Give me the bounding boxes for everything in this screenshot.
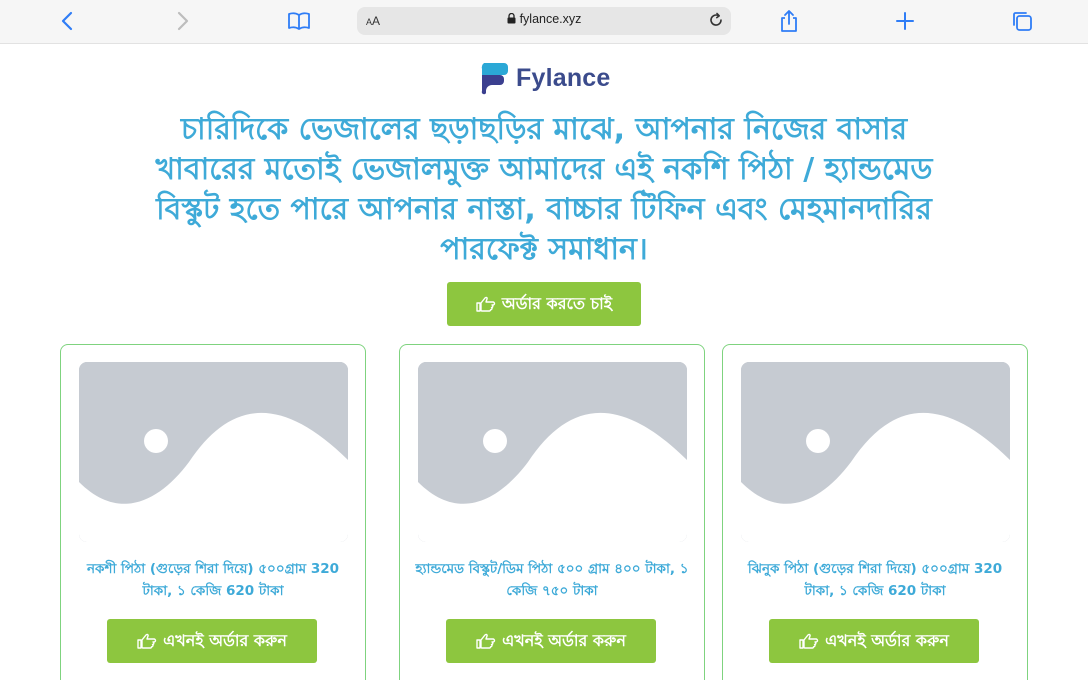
order-now-label: এখনই অর্ডার করুন	[502, 630, 626, 650]
product-image-placeholder	[741, 362, 1010, 542]
product-title: নকশী পিঠা (গুড়ের শিরা দিয়ে) ৫০০গ্রাম 3…	[86, 561, 340, 599]
hand-pointing-icon	[476, 296, 496, 312]
site-logo[interactable]: Fylance	[478, 58, 611, 98]
order-now-label: এখনই অর্ডার করুন	[825, 630, 949, 650]
order-now-button[interactable]: এখনই অর্ডার করুন	[107, 619, 317, 663]
order-now-button[interactable]: এখনই অর্ডার করুন	[769, 619, 979, 663]
product-title: ঝিনুক পিঠা (গুড়ের শিরা দিয়ে) ৫০০গ্রাম …	[747, 561, 1003, 599]
page-headline: চারিদিকে ভেজালের ছড়াছড়ির মাঝে, আপনার ন…	[155, 112, 933, 267]
product-card: নকশী পিঠা (গুড়ের শিরা দিয়ে) ৫০০গ্রাম 3…	[60, 344, 366, 680]
tabs-icon	[1013, 12, 1032, 31]
share-button[interactable]	[776, 6, 802, 36]
product-card: ঝিনুক পিঠা (গুড়ের শিরা দিয়ে) ৫০০গ্রাম …	[722, 344, 1028, 680]
hand-pointing-icon	[799, 633, 819, 649]
reload-button[interactable]	[708, 12, 724, 32]
lock-icon	[507, 13, 516, 24]
reload-icon	[710, 12, 722, 26]
logo-text: Fylance	[516, 63, 611, 92]
tabs-button[interactable]	[1008, 6, 1036, 36]
order-cta-button[interactable]: অর্ডার করতে চাই	[447, 282, 641, 326]
chevron-left-icon	[61, 11, 73, 31]
logo-mark-icon	[478, 61, 510, 95]
bookmarks-button[interactable]	[285, 6, 313, 36]
hand-pointing-icon	[476, 633, 496, 649]
book-icon	[288, 12, 310, 30]
back-button[interactable]	[54, 6, 80, 36]
order-cta-label: অর্ডার করতে চাই	[501, 293, 613, 313]
share-icon	[781, 10, 797, 32]
url-display: fylance.xyz	[357, 12, 731, 26]
product-card: হ্যান্ডমেড বিস্কুট/ডিম পিঠা ৫০০ গ্রাম ৪০…	[399, 344, 705, 680]
product-image-placeholder	[418, 362, 687, 542]
forward-button[interactable]	[170, 6, 196, 36]
url-text: fylance.xyz	[519, 12, 582, 26]
chevron-right-icon	[177, 11, 189, 31]
new-tab-button[interactable]	[892, 6, 918, 36]
browser-toolbar: AA fylance.xyz	[0, 0, 1088, 44]
plus-icon	[896, 12, 914, 30]
order-now-button[interactable]: এখনই অর্ডার করুন	[446, 619, 656, 663]
order-now-label: এখনই অর্ডার করুন	[163, 630, 287, 650]
product-image-placeholder	[79, 362, 348, 542]
address-bar[interactable]: AA fylance.xyz	[357, 7, 731, 35]
hand-pointing-icon	[137, 633, 157, 649]
product-title: হ্যান্ডমেড বিস্কুট/ডিম পিঠা ৫০০ গ্রাম ৪০…	[415, 561, 689, 599]
